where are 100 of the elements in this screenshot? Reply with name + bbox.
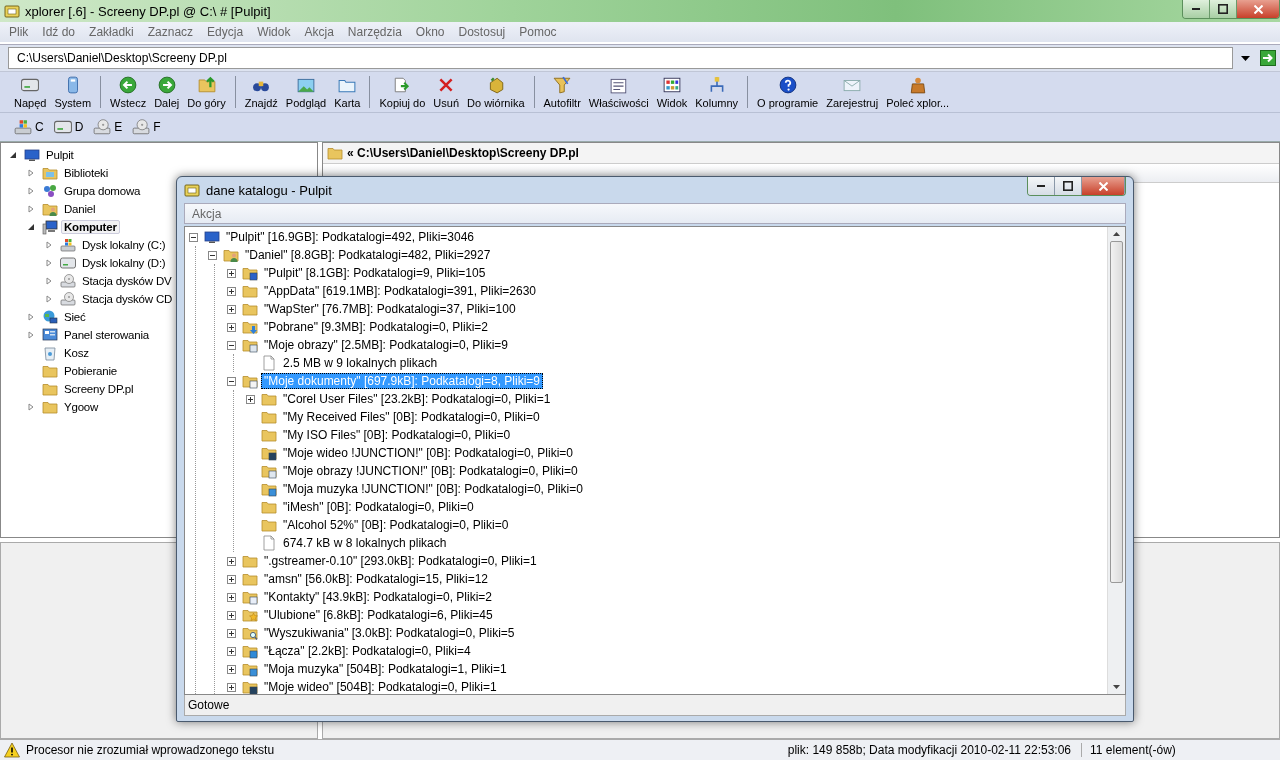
tree-item[interactable]: Panel sterowania (61, 328, 153, 342)
tree-item[interactable]: "Daniel" [8.8GB]: Podkatalogi=482, Pliki=2927 (242, 247, 494, 263)
toolbar-button[interactable]: Wstecz (106, 75, 151, 109)
tree-item[interactable]: "Pulpit" [8.1GB]: Podkatalogi=9, Pliki=105 (261, 265, 489, 281)
tree-item[interactable]: Grupa domowa (61, 184, 144, 198)
tree-item[interactable]: "Łącza" [2.2kB]: Podkatalogi=0, Pliki=4 (261, 643, 474, 659)
expander-icon[interactable] (246, 394, 255, 404)
tree-item[interactable]: 2.5 MB w 9 lokalnych plikach (280, 355, 441, 371)
expander-icon[interactable] (227, 322, 236, 332)
drive-button[interactable]: C (14, 118, 44, 136)
menu-item[interactable]: Narzędzia (340, 25, 409, 39)
menu-item[interactable]: Zaznacz (140, 25, 201, 39)
toolbar-button[interactable]: Do wiórnika (463, 75, 529, 109)
tree-item[interactable]: Biblioteki (61, 166, 112, 180)
tree-item[interactable]: "WapSter" [76.7MB]: Podkatalogi=37, Pliki=100 (261, 301, 519, 317)
toolbar-button[interactable]: Widok (652, 75, 692, 109)
tree-item[interactable]: Ygoow (61, 400, 102, 414)
toolbar-button[interactable]: Autofiltr (539, 75, 585, 109)
menu-item[interactable]: Pomoc (512, 25, 564, 39)
tree-item[interactable]: Kosz (61, 346, 92, 360)
expander-icon[interactable] (227, 574, 236, 584)
tree-item[interactable]: Komputer (61, 220, 120, 234)
maximize-button[interactable] (1055, 177, 1082, 195)
caret-icon[interactable] (9, 151, 17, 159)
tree-item[interactable]: Daniel (61, 202, 99, 216)
toolbar-button[interactable]: Kopiuj do (375, 75, 430, 109)
toolbar-button[interactable]: Karta (330, 75, 365, 109)
toolbar-button[interactable]: O programie (753, 75, 823, 109)
toolbar-button[interactable]: Napęd (10, 75, 51, 109)
expander-icon[interactable] (227, 304, 236, 314)
toolbar-button[interactable]: Dalej (150, 75, 184, 109)
tree-item[interactable]: "amsn" [56.0kB]: Podkatalogi=15, Pliki=12 (261, 571, 491, 587)
menu-item[interactable]: Zakładki (82, 25, 141, 39)
menu-item[interactable]: Okno (408, 25, 452, 39)
scrollbar[interactable] (1107, 227, 1125, 694)
tree-item[interactable]: Stacja dysków CD (79, 292, 176, 306)
expander-icon[interactable] (227, 646, 236, 656)
toolbar-button[interactable]: Kolumny (691, 75, 743, 109)
menu-item[interactable]: Idź do (35, 25, 83, 39)
tree-item[interactable]: "Pobrane" [9.3MB]: Podkatalogi=0, Pliki=2 (261, 319, 491, 335)
toolbar-button[interactable]: Do góry (183, 75, 230, 109)
tree-item[interactable]: Stacja dysków DV (79, 274, 175, 288)
expander-icon[interactable] (227, 664, 236, 674)
tree-item[interactable]: Screeny DP.pl (61, 382, 137, 396)
tree-item[interactable]: "My ISO Files" [0B]: Podkatalogi=0, Pliki=0 (280, 427, 514, 443)
tree-item[interactable]: "Corel User Files" [23.2kB]: Podkatalogi=0, Pliki=1 (280, 391, 554, 407)
toolbar-button[interactable]: Właściwości (584, 75, 653, 109)
tree-item[interactable]: "My Received Files" [0B]: Podkatalogi=0, Pliki=0 (280, 409, 543, 425)
toolbar-button[interactable]: Podgląd (281, 75, 331, 109)
expander-icon[interactable] (227, 610, 236, 620)
toolbar-button[interactable]: Poleć xplor... (882, 75, 954, 109)
menu-item[interactable]: Edycja (200, 25, 251, 39)
expander-icon[interactable] (227, 268, 236, 278)
tree-item[interactable]: 674.7 kB w 8 lokalnych plikach (280, 535, 450, 551)
expander-icon[interactable] (189, 232, 198, 242)
menu-item[interactable]: Akcja (297, 25, 341, 39)
tree-item[interactable]: "Moje wideo !JUNCTION!" [0B]: Podkatalogi=0, Pliki=0 (280, 445, 576, 461)
caret-icon[interactable] (27, 223, 35, 231)
drive-button[interactable]: D (53, 118, 84, 136)
go-arrow-icon[interactable] (1260, 50, 1276, 66)
tree-item[interactable]: "Ulubione" [6.8kB]: Podkatalogi=6, Pliki=45 (261, 607, 496, 623)
toolbar-button[interactable]: Usuń (429, 75, 464, 109)
expander-icon[interactable] (227, 376, 236, 386)
toolbar-button[interactable]: Znajdź (240, 75, 282, 109)
expander-icon[interactable] (227, 628, 236, 638)
tree-item[interactable]: Pulpit (43, 148, 77, 162)
minimize-button[interactable] (1183, 0, 1210, 18)
address-field[interactable]: C:\Users\Daniel\Desktop\Screeny DP.pl (8, 47, 1233, 69)
tree-item[interactable]: Sieć (61, 310, 89, 324)
minimize-button[interactable] (1028, 177, 1055, 195)
menu-item[interactable]: Plik (2, 25, 36, 39)
expander-icon[interactable] (227, 682, 236, 692)
tree-item[interactable]: "Moje wideo" [504B]: Podkatalogi=0, Pliki=1 (261, 679, 500, 694)
expander-icon[interactable] (227, 556, 236, 566)
tree-item[interactable]: "AppData" [619.1MB]: Podkatalogi=391, Pliki=2630 (261, 283, 540, 299)
expander-icon[interactable] (208, 250, 217, 260)
tree-item[interactable]: Dysk lokalny (C:) (79, 238, 169, 252)
close-button[interactable] (1082, 177, 1125, 195)
tree-item[interactable]: "Moje obrazy !JUNCTION!" [0B]: Podkatalogi=0, Pliki=0 (280, 463, 581, 479)
tree-item[interactable]: "Pulpit" [16.9GB]: Podkatalogi=492, Pliki=3046 (223, 229, 477, 245)
close-button[interactable] (1237, 0, 1279, 18)
expander-icon[interactable] (227, 592, 236, 602)
drive-button[interactable]: F (132, 118, 161, 136)
toolbar-button[interactable]: Zarejestruj (822, 75, 883, 109)
tree-item[interactable]: "Alcohol 52%" [0B]: Podkatalogi=0, Pliki=0 (280, 517, 512, 533)
toolbar-button[interactable]: System (50, 75, 96, 109)
scroll-thumb[interactable] (1110, 241, 1123, 583)
expander-icon[interactable] (227, 286, 236, 296)
tree-item[interactable]: Pobieranie (61, 364, 120, 378)
drive-button[interactable]: E (93, 118, 123, 136)
tree-item[interactable]: "Moje obrazy" [2.5MB]: Podkatalogi=0, Pliki=9 (261, 337, 511, 353)
tree-item[interactable]: "iMesh" [0B]: Podkatalogi=0, Pliki=0 (280, 499, 477, 515)
tree-item[interactable]: "Moja muzyka !JUNCTION!" [0B]: Podkatalogi=0, Pliki=0 (280, 481, 586, 497)
menu-item[interactable]: Dostosuj (451, 25, 513, 39)
tree-item[interactable]: "Wyszukiwania" [3.0kB]: Podkatalogi=0, Pliki=5 (261, 625, 518, 641)
maximize-button[interactable] (1210, 0, 1237, 18)
tree-item[interactable]: "Kontakty" [43.9kB]: Podkatalogi=0, Pliki=2 (261, 589, 495, 605)
menu-item[interactable]: Widok (250, 25, 298, 39)
menu-item[interactable]: Akcja (185, 206, 229, 221)
tree-item[interactable]: Dysk lokalny (D:) (79, 256, 169, 270)
